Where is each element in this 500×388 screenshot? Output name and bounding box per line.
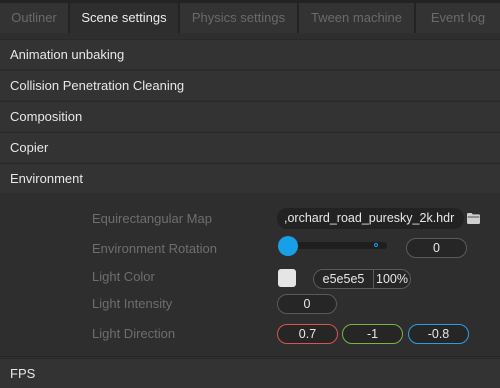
section-environment[interactable]: Environment <box>0 163 500 193</box>
section-label: Copier <box>10 140 49 155</box>
tab-tween-machine[interactable]: Tween machine <box>299 3 414 33</box>
folder-icon[interactable] <box>467 213 480 224</box>
section-label: Animation unbaking <box>10 47 125 62</box>
tab-physics-settings[interactable]: Physics settings <box>180 3 297 33</box>
section-composition[interactable]: Composition <box>0 101 500 131</box>
tab-event-log[interactable]: Event log <box>416 3 500 33</box>
light-color-hex-field[interactable]: e5e5e5 <box>314 270 374 288</box>
section-label: Collision Penetration Cleaning <box>10 78 185 93</box>
equirect-map-label: Equirectangular Map <box>92 211 212 226</box>
section-label: Environment <box>10 171 83 186</box>
environment-rotation-input[interactable]: 0 <box>406 238 467 258</box>
light-direction-label: Light Direction <box>92 326 176 341</box>
rotation-slider-end-marker <box>374 243 378 247</box>
environment-rotation-label: Environment Rotation <box>92 241 218 256</box>
section-fps[interactable]: FPS <box>0 358 500 388</box>
tab-outliner[interactable]: Outliner <box>0 3 68 33</box>
equirect-map-field[interactable]: ,orchard_road_puresky_2k.hdr <box>277 208 464 229</box>
light-intensity-input[interactable]: 0 <box>277 294 337 314</box>
section-animation-unbaking[interactable]: Animation unbaking <box>0 39 500 69</box>
section-collision-penetration-cleaning[interactable]: Collision Penetration Cleaning <box>0 70 500 100</box>
light-color-input[interactable]: e5e5e5 100% <box>313 269 411 289</box>
light-color-label: Light Color <box>92 269 155 284</box>
section-label: Composition <box>10 109 83 124</box>
light-direction-z-input[interactable]: -0.8 <box>408 324 469 344</box>
section-copier[interactable]: Copier <box>0 132 500 162</box>
divider <box>0 356 500 357</box>
light-intensity-label: Light Intensity <box>92 296 173 311</box>
light-direction-y-input[interactable]: -1 <box>342 324 403 344</box>
light-direction-x-input[interactable]: 0.7 <box>277 324 338 344</box>
light-color-swatch[interactable] <box>278 269 296 287</box>
section-label: FPS <box>10 366 36 381</box>
rotation-slider-track[interactable] <box>287 242 387 249</box>
light-color-alpha-field[interactable]: 100% <box>374 270 410 288</box>
tab-scene-settings[interactable]: Scene settings <box>70 3 178 33</box>
rotation-slider-knob[interactable] <box>278 236 298 256</box>
tab-bar: Outliner Scene settings Physics settings… <box>0 0 500 33</box>
